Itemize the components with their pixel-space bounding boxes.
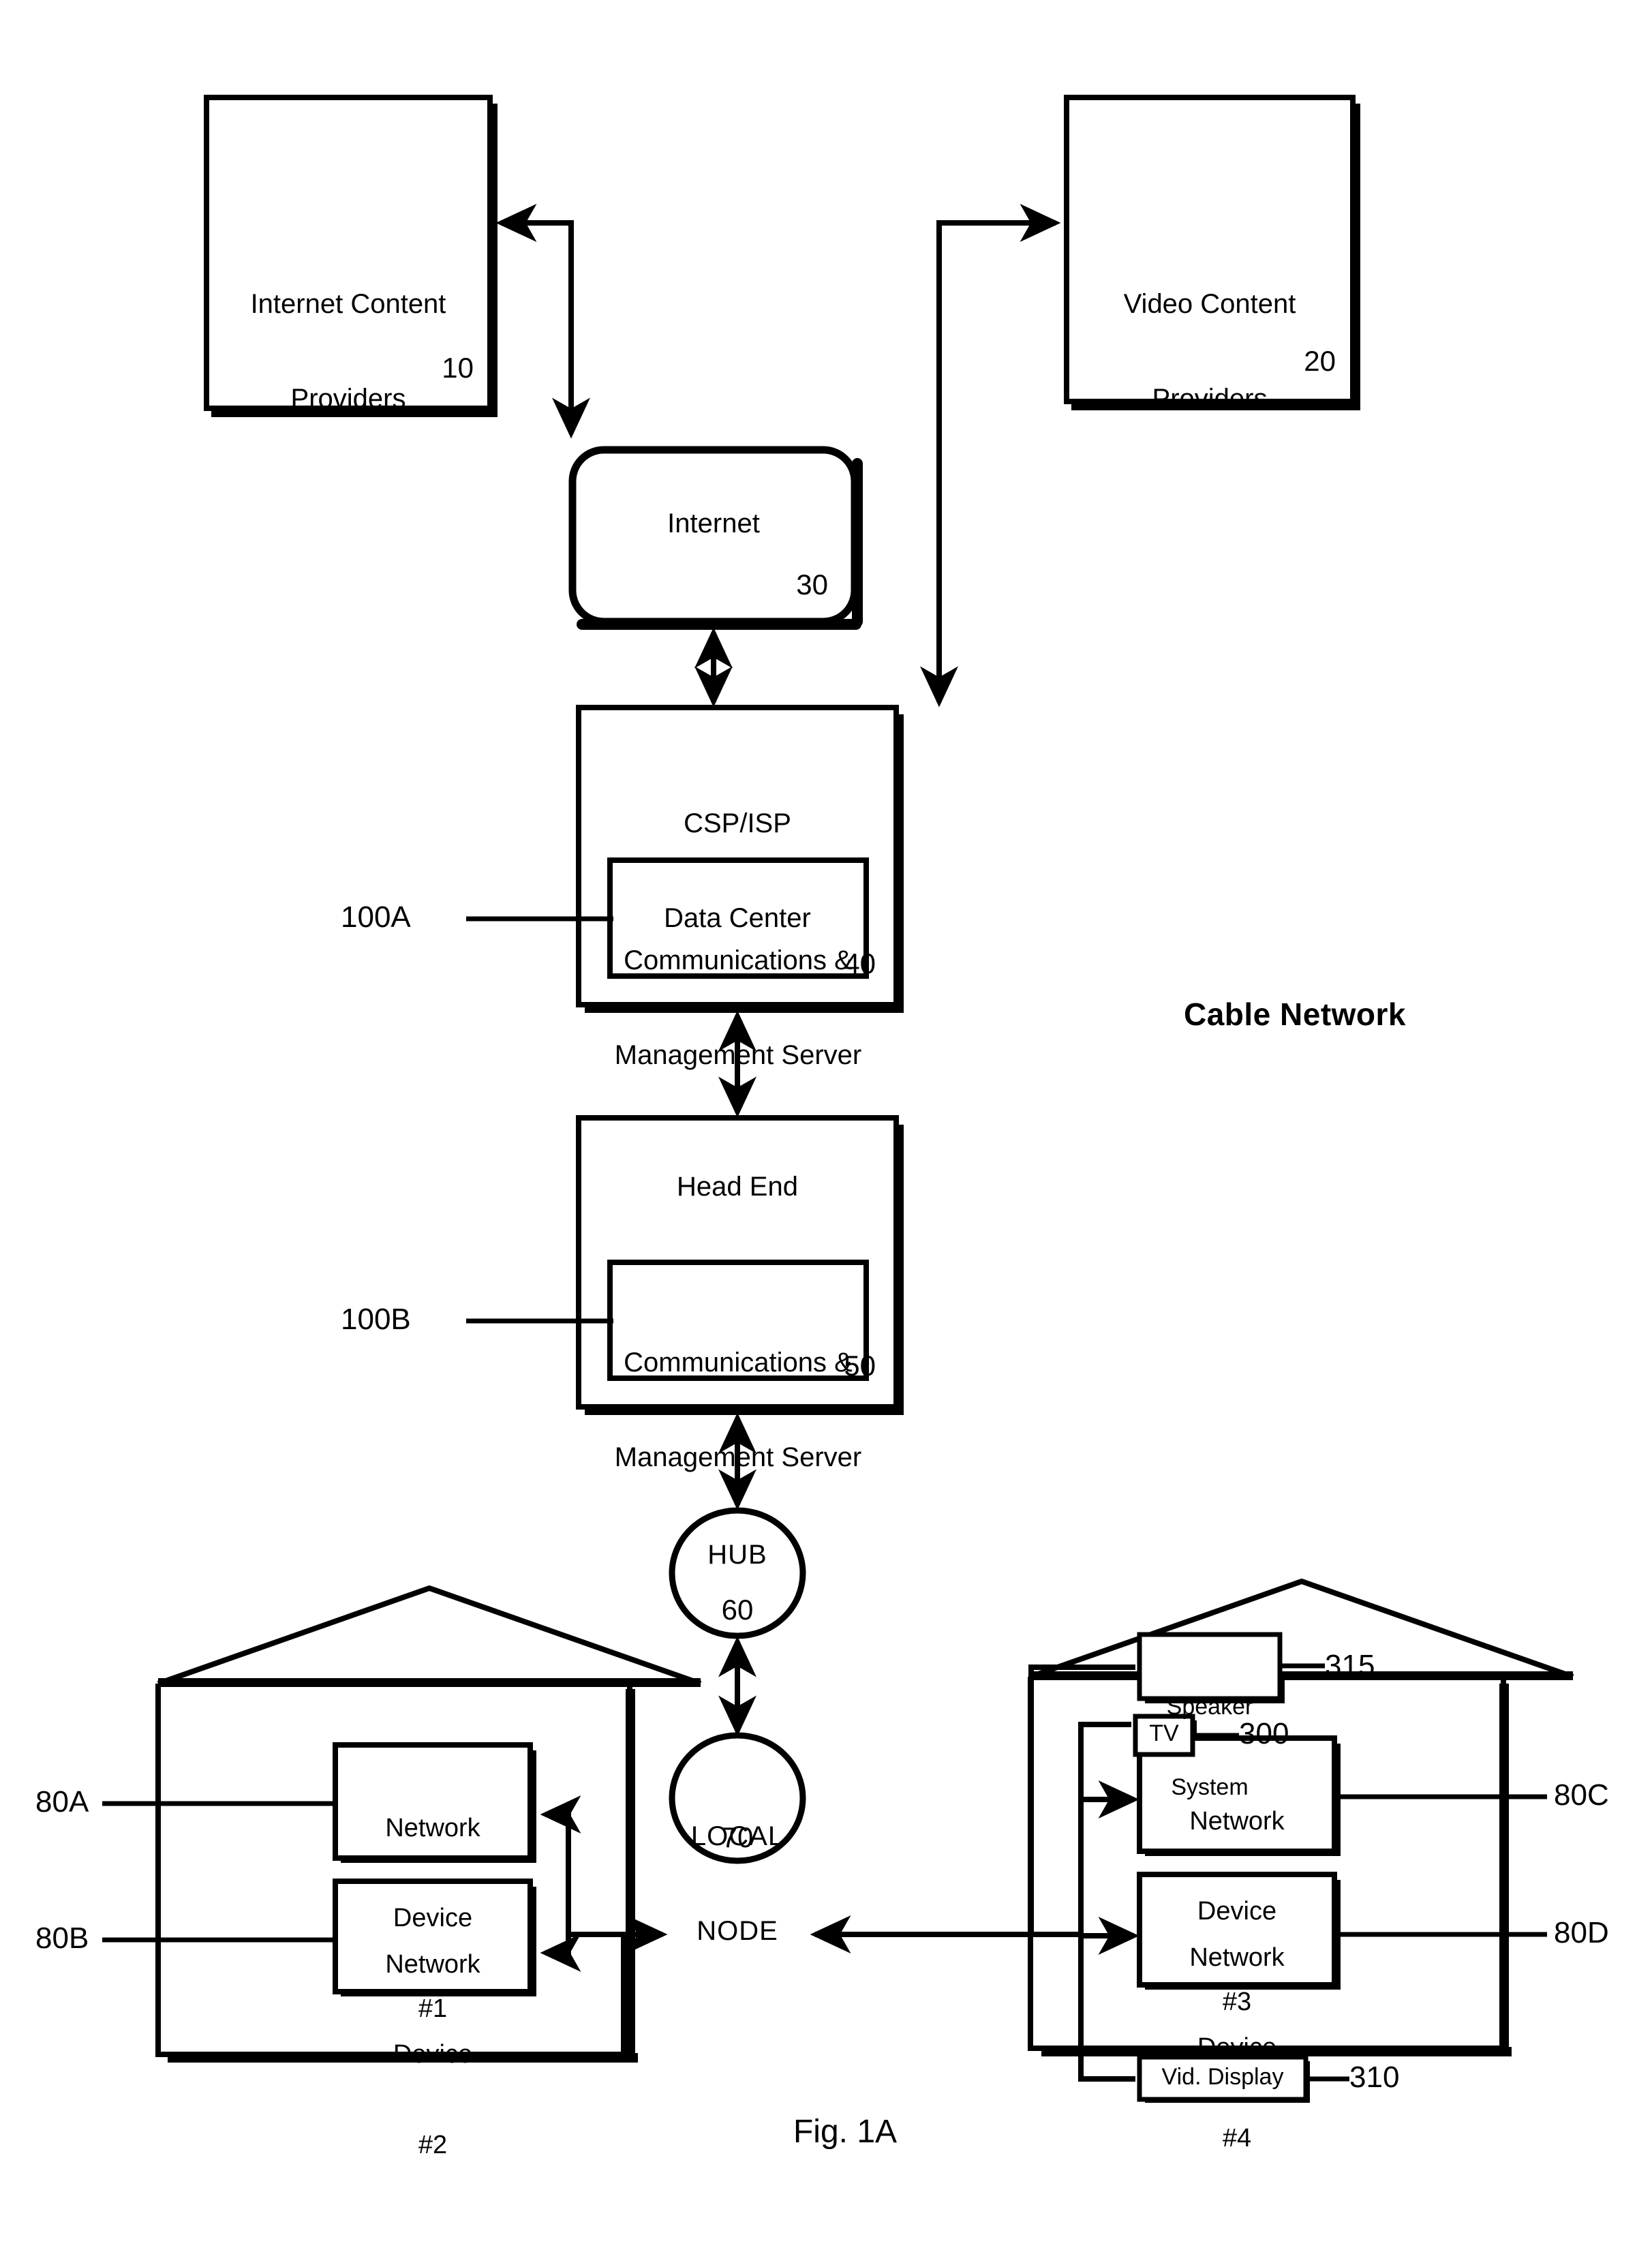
csp-server-label: Communications & Management Server	[610, 881, 866, 1134]
ref-310: 310	[1349, 2061, 1400, 2094]
ref-315: 315	[1325, 1649, 1375, 1682]
network-device-2-label: Network Device #2	[335, 1889, 530, 2220]
ref-20: 20	[1304, 345, 1336, 377]
tv-label: TV	[1149, 1720, 1179, 1746]
ref-30: 30	[796, 568, 828, 601]
video-display-label: Vid. Display	[1161, 2064, 1284, 2090]
right-house-riser	[1078, 1722, 1131, 1934]
nd2-line-2: Device	[393, 2040, 473, 2069]
ref-60: 60	[721, 1594, 754, 1626]
nd1-line-1: Network	[385, 1814, 480, 1843]
head-end-label: Head End	[677, 1172, 798, 1202]
local-node-label: LOCAL NODE	[672, 1757, 803, 2010]
left-house-internal-bus	[540, 1795, 581, 1934]
left-house-internal-bus-2	[540, 1934, 581, 1972]
nd4-line-3: #4	[1222, 2123, 1252, 2153]
figure-caption: Fig. 1A	[793, 2114, 898, 2150]
ref-100B: 100B	[341, 1303, 411, 1336]
right-house-riser-lower	[1078, 1934, 1135, 2082]
patent-figure-1a: Internet Content Providers 10 Video Cont…	[0, 0, 1652, 2265]
ref-80C: 80C	[1554, 1778, 1609, 1812]
nd2-line-1: Network	[385, 1950, 480, 1979]
local-node-line-2: NODE	[697, 1915, 778, 1946]
nd4-line-2: Device	[1197, 2033, 1277, 2063]
vcp-line-2: Providers	[1152, 383, 1268, 414]
csp-line-1: CSP/ISP	[684, 808, 791, 838]
csp-server-line-2: Management Server	[614, 1039, 862, 1070]
ref-80D: 80D	[1554, 1916, 1609, 1949]
he-server-line-2: Management Server	[614, 1442, 862, 1472]
link-vcp-csp	[920, 204, 1061, 708]
icp-line-2: Providers	[290, 383, 406, 414]
ref-40: 40	[844, 947, 876, 979]
ref-300: 300	[1239, 1717, 1289, 1750]
ref-50: 50	[844, 1350, 876, 1382]
head-end-server-label: Communications & Management Server	[610, 1283, 866, 1536]
ref-100A: 100A	[341, 900, 411, 934]
link-icp-internet	[495, 204, 590, 439]
cable-network-label: Cable Network	[1183, 997, 1407, 1032]
nd4-line-1: Network	[1189, 1943, 1285, 1973]
ref-80B: 80B	[35, 1921, 89, 1955]
network-device-4-label: Network Device #4	[1139, 1883, 1334, 2213]
ref-10: 10	[442, 352, 474, 384]
hub-label: HUB	[707, 1540, 767, 1570]
icp-line-1: Internet Content	[250, 288, 446, 319]
internet-label: Internet	[667, 508, 760, 538]
ref-70: 70	[721, 1821, 754, 1853]
nd2-line-3: #2	[418, 2130, 448, 2159]
vcp-line-1: Video Content	[1123, 288, 1296, 319]
speaker-line-2: System	[1171, 1774, 1249, 1801]
ref-80A: 80A	[35, 1785, 89, 1819]
